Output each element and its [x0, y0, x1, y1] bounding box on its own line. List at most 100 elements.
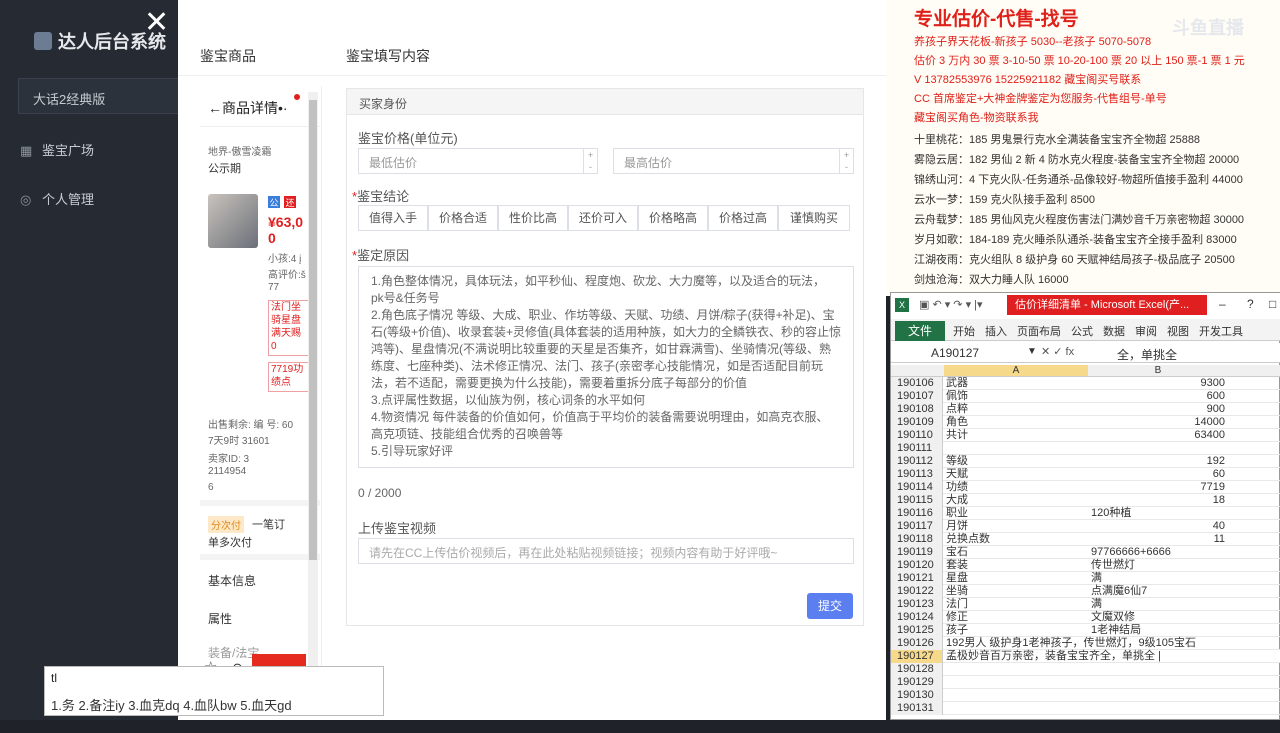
cell-b[interactable]: 192	[1089, 455, 1227, 467]
table-row[interactable]: 190129	[891, 676, 1280, 689]
table-row[interactable]: 190111	[891, 442, 1280, 455]
table-row[interactable]: 190122 坐骑 点满魔6仙7	[891, 585, 1280, 598]
cell-a[interactable]: 坐骑	[944, 585, 1088, 597]
cell-a[interactable]: 宝石	[944, 546, 1088, 558]
cell-a[interactable]: 月饼	[944, 520, 1088, 532]
stepper-icon[interactable]: + -	[583, 149, 597, 173]
cell-b[interactable]: 满	[1089, 572, 1227, 584]
nav-item-appraisal-square[interactable]: ▦ 鉴宝广场	[20, 140, 94, 159]
cell-b[interactable]: 40	[1089, 520, 1227, 532]
conclusion-option[interactable]: 性价比高	[498, 205, 568, 231]
cell-a[interactable]: 大成	[944, 494, 1088, 506]
quick-access-icons[interactable]: ▣ ↶ ▾ ↷ ▾ |▾	[919, 298, 983, 311]
close-icon[interactable]: ✕	[144, 8, 169, 38]
table-row[interactable]: 190120 套装 传世燃灯	[891, 559, 1280, 572]
scrollbar-thumb[interactable]	[309, 100, 317, 560]
table-row[interactable]: 190113 天赋 60	[891, 468, 1280, 481]
cell-b[interactable]: 60	[1089, 468, 1227, 480]
table-row[interactable]: 190114 功绩 7719	[891, 481, 1280, 494]
cell-a[interactable]: 星盘	[944, 572, 1088, 584]
table-row[interactable]: 190117 月饼 40	[891, 520, 1280, 533]
cell-b[interactable]: 18	[1089, 494, 1227, 506]
table-row[interactable]: 190127 孟极妙音百万亲密，装备宝宝齐全，单挑全 |	[891, 650, 1280, 663]
table-row[interactable]: 190119 宝石 97766666+6666	[891, 546, 1280, 559]
cell-a[interactable]: 佩饰	[944, 390, 1088, 402]
table-row[interactable]: 190116 职业 120种植	[891, 507, 1280, 520]
table-row[interactable]: 190131	[891, 702, 1280, 715]
formula-input[interactable]: 全，单挑全	[1117, 346, 1177, 363]
table-row[interactable]: 190107 佩饰 600	[891, 390, 1280, 403]
minimize-icon[interactable]: –	[1219, 297, 1226, 311]
cell-a[interactable]: 法门	[944, 598, 1088, 610]
cell-a[interactable]: 套装	[944, 559, 1088, 571]
cell-a[interactable]: 孩子	[944, 624, 1088, 636]
tab-appraisal-content[interactable]: 鉴宝填写内容	[346, 46, 430, 66]
table-row[interactable]: 190118 兑换点数 11	[891, 533, 1280, 546]
cell-a[interactable]: 天赋	[944, 468, 1088, 480]
ime-candidates[interactable]: 1.务 2.备注iy 3.血克dq 4.血队bw 5.血天gd	[51, 695, 292, 714]
help-icon[interactable]: ?	[1247, 297, 1254, 311]
table-row[interactable]: 190112 等级 192	[891, 455, 1280, 468]
table-row[interactable]: 190106 武器 9300	[891, 377, 1280, 390]
conclusion-option[interactable]: 价格略高	[638, 205, 708, 231]
table-row[interactable]: 190108 点粹 900	[891, 403, 1280, 416]
cell-reference[interactable]: A190127	[931, 346, 979, 360]
cell-b[interactable]: 14000	[1089, 416, 1227, 428]
cell-b[interactable]: 97766666+6666	[1089, 546, 1227, 558]
cell-b[interactable]: 900	[1089, 403, 1227, 415]
cell-a[interactable]: 共计	[944, 429, 1088, 441]
name-box-dropdown-icon[interactable]: ▼	[1027, 346, 1037, 357]
table-row[interactable]: 190128	[891, 663, 1280, 676]
reason-textarea[interactable]: 1.角色整体情况，具体玩法，如平秒仙、程度炮、砍龙、大力魔等，以及适合的玩法， p…	[358, 266, 854, 468]
column-header-b[interactable]: B	[1089, 365, 1227, 376]
cell-a[interactable]: 职业	[944, 507, 1088, 519]
sheet-grid[interactable]: 190106 武器 9300 190107 佩饰 600 190108 点粹 900 190109…	[891, 377, 1280, 733]
cell-b[interactable]: 文魔双修	[1089, 611, 1227, 623]
ribbon-tab[interactable]: 审阅	[1135, 323, 1157, 339]
maximize-icon[interactable]: □	[1269, 297, 1276, 311]
table-row[interactable]: 190124 修正 文魔双修	[891, 611, 1280, 624]
min-price-input[interactable]: 最低估价 + -	[358, 148, 598, 174]
ribbon-tab[interactable]: 数据	[1103, 323, 1125, 339]
table-row[interactable]: 190125 孩子 1老神结局	[891, 624, 1280, 637]
max-price-input[interactable]: 最高估价 + -	[613, 148, 854, 174]
submit-button[interactable]: 提交	[807, 593, 853, 619]
cell-a[interactable]: 192男人 级护身1老神孩子，传世燃灯，9级105宝石	[944, 637, 1196, 649]
table-row[interactable]: 190130	[891, 689, 1280, 702]
conclusion-option[interactable]: 还价可入	[568, 205, 638, 231]
formula-buttons-icon[interactable]: ✕ ✓ fx	[1041, 345, 1074, 358]
ribbon-tab[interactable]: 插入	[985, 323, 1007, 339]
nav-item-personal[interactable]: ◎ 个人管理	[20, 189, 94, 208]
cell-b[interactable]: 9300	[1089, 377, 1227, 389]
phone-header[interactable]: ←商品详情•·	[208, 98, 288, 118]
cell-a[interactable]: 等级	[944, 455, 1088, 467]
ribbon-tab[interactable]: 视图	[1167, 323, 1189, 339]
cell-a[interactable]: 兑换点数	[944, 533, 1088, 545]
cell-b[interactable]: 1老神结局	[1089, 624, 1227, 636]
cell-b[interactable]: 63400	[1089, 429, 1227, 441]
conclusion-option[interactable]: 价格过高	[708, 205, 778, 231]
ribbon-tab[interactable]: 公式	[1071, 323, 1093, 339]
cell-b[interactable]: 满	[1089, 598, 1227, 610]
cell-b[interactable]: 120种植	[1089, 507, 1227, 519]
cell-a[interactable]: 修正	[944, 611, 1088, 623]
ribbon-tab[interactable]: 页面布局	[1017, 323, 1061, 339]
conclusion-option[interactable]: 值得入手	[358, 205, 428, 231]
conclusion-option[interactable]: 价格合适	[428, 205, 498, 231]
ribbon-tab[interactable]: 开发工具	[1199, 323, 1243, 339]
tab-appraisal-goods[interactable]: 鉴宝商品	[200, 46, 256, 66]
cell-b[interactable]: 7719	[1089, 481, 1227, 493]
stepper-icon[interactable]: + -	[839, 149, 853, 173]
table-row[interactable]: 190115 大成 18	[891, 494, 1280, 507]
table-row[interactable]: 190109 角色 14000	[891, 416, 1280, 429]
table-row[interactable]: 190110 共计 63400	[891, 429, 1280, 442]
cell-a[interactable]: 孟极妙音百万亲密，装备宝宝齐全，单挑全 |	[944, 650, 1161, 662]
cell-a[interactable]: 武器	[944, 377, 1088, 389]
column-header-a[interactable]: A	[944, 365, 1088, 376]
cell-a[interactable]: 点粹	[944, 403, 1088, 415]
game-select[interactable]: 大话2经典版	[18, 78, 180, 114]
cell-b[interactable]: 600	[1089, 390, 1227, 402]
preview-scrollbar[interactable]	[308, 92, 318, 692]
table-row[interactable]: 190126 192男人 级护身1老神孩子，传世燃灯，9级105宝石	[891, 637, 1280, 650]
table-row[interactable]: 190123 法门满	[891, 598, 1280, 611]
